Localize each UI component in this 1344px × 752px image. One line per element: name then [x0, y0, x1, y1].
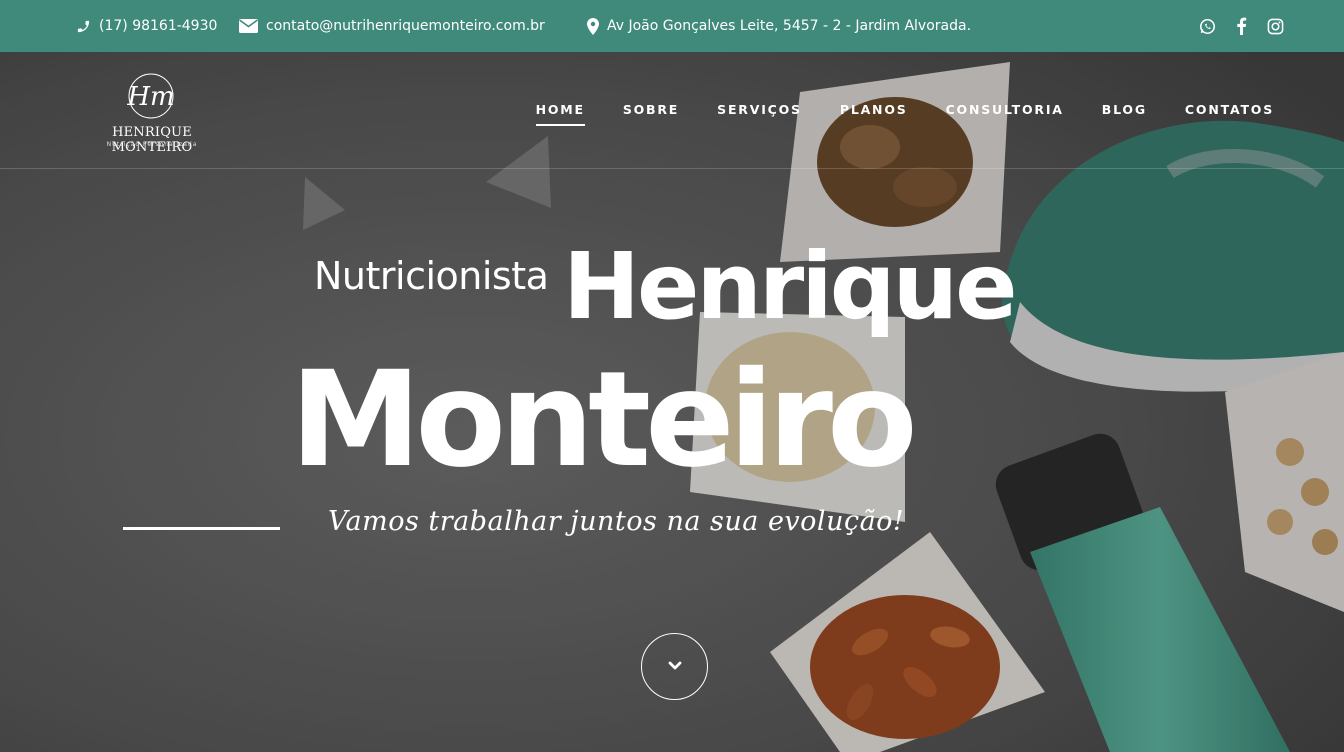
- contact-topbar: (17) 98161-4930 contato@nutrihenriquemon…: [0, 0, 1344, 52]
- nav-servicos[interactable]: SERVIÇOS: [717, 96, 802, 123]
- main-nav: HOME SOBRE SERVIÇOS PLANOS CONSULTORIA B…: [498, 52, 1274, 167]
- phone-number: (17) 98161-4930: [99, 18, 218, 34]
- svg-text:Hm: Hm: [126, 82, 174, 112]
- hero-kicker: Nutricionista: [314, 254, 549, 298]
- hero-name-first: Henrique: [563, 233, 1018, 340]
- site-logo[interactable]: Hm HENRIQUE MONTEIRO Nutrição Personaliz…: [74, 72, 230, 155]
- nav-consultoria[interactable]: CONSULTORIA: [946, 96, 1064, 123]
- facebook-icon[interactable]: [1236, 17, 1247, 35]
- address-contact[interactable]: Av João Gonçalves Leite, 5457 - 2 - Jard…: [587, 0, 971, 52]
- nav-sobre[interactable]: SOBRE: [623, 96, 679, 123]
- nav-blog[interactable]: BLOG: [1102, 96, 1147, 123]
- nav-home[interactable]: HOME: [535, 96, 586, 126]
- site-header: Hm HENRIQUE MONTEIRO Nutrição Personaliz…: [0, 52, 1344, 169]
- phone-icon: [76, 19, 91, 34]
- logo-subtitle: Nutrição Personalizada: [106, 141, 198, 148]
- logo-name: HENRIQUE MONTEIRO: [111, 125, 193, 155]
- hero-tagline: Vamos trabalhar juntos na sua evolução!: [328, 506, 905, 537]
- hero-name-last: Monteiro: [290, 343, 918, 497]
- nav-planos[interactable]: PLANOS: [840, 96, 908, 123]
- scroll-down-button[interactable]: [641, 633, 708, 700]
- email-address: contato@nutrihenriquemonteiro.com.br: [266, 18, 545, 34]
- instagram-icon[interactable]: [1267, 18, 1284, 35]
- hero-divider: [123, 527, 280, 530]
- address-text: Av João Gonçalves Leite, 5457 - 2 - Jard…: [607, 18, 972, 34]
- nav-contatos[interactable]: CONTATOS: [1185, 96, 1274, 123]
- map-pin-icon: [587, 17, 599, 35]
- social-links: [1199, 0, 1284, 52]
- logo-monogram: Hm: [126, 73, 175, 119]
- email-contact[interactable]: contato@nutrihenriquemonteiro.com.br: [239, 0, 545, 52]
- chevron-down-icon: [668, 658, 682, 676]
- envelope-icon: [239, 19, 258, 33]
- phone-contact[interactable]: (17) 98161-4930: [76, 0, 217, 52]
- whatsapp-icon[interactable]: [1199, 18, 1216, 35]
